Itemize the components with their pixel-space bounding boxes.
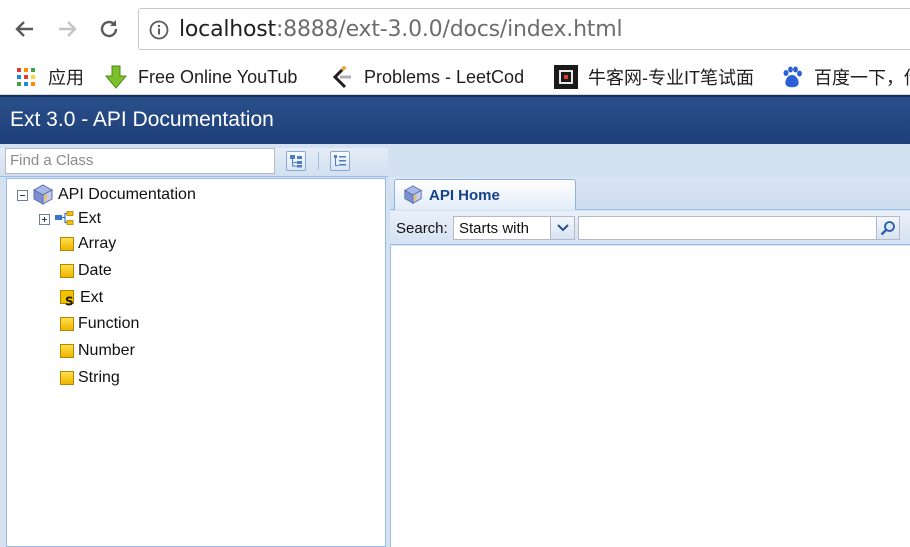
bookmark-label: Problems - LeetCod	[364, 66, 525, 87]
tree-node-label: Date	[78, 262, 112, 279]
tree-toolbar: Find a Class	[0, 148, 388, 177]
tab-label: API Home	[429, 186, 500, 204]
download-arrow-icon	[104, 65, 128, 89]
api-docs-icon: ?	[403, 185, 423, 204]
search-label: Search:	[396, 220, 448, 237]
bookmark-apps[interactable]: 应用	[14, 62, 84, 92]
app-title: Ext 3.0 - API Documentation	[10, 108, 274, 131]
tree-node-package-ext[interactable]: Ext	[39, 208, 101, 230]
expand-tree-icon	[290, 155, 302, 168]
search-button[interactable]	[876, 216, 900, 240]
content-body	[390, 246, 910, 547]
toolbar-separator	[318, 152, 319, 170]
tree-node-root[interactable]: ? API Documentation	[17, 184, 196, 206]
search-icon	[880, 221, 895, 236]
forward-arrow-icon	[59, 21, 77, 37]
tab-strip: ? API Home	[390, 177, 910, 210]
package-icon	[55, 211, 74, 225]
tree-node-class-string[interactable]: String	[60, 367, 120, 389]
bookmarks-bar: 应用 Free Online YouTub Problems - LeetCod	[0, 58, 910, 95]
nowcoder-icon	[554, 65, 578, 89]
tree-node-class-date[interactable]: Date	[60, 260, 112, 282]
url-path: :8888/ext-3.0.0/docs/index.html	[275, 17, 623, 42]
class-tree: ? API Documentation Ext Array Date S Ext…	[6, 178, 386, 547]
app-header: Ext 3.0 - API Documentation	[0, 95, 910, 144]
bookmark-label: Free Online YouTub	[138, 66, 298, 87]
leetcode-icon	[330, 65, 354, 89]
tree-node-class-ext[interactable]: S Ext	[60, 287, 103, 309]
find-class-input[interactable]: Find a Class	[5, 148, 275, 174]
tree-node-label: String	[78, 369, 120, 386]
search-mode-select[interactable]: Starts with	[453, 216, 575, 240]
tree-node-class-number[interactable]: Number	[60, 340, 135, 362]
chevron-down-icon	[556, 224, 569, 232]
class-icon	[60, 264, 74, 278]
class-icon	[60, 237, 74, 251]
bookmark-label: 牛客网-专业IT笔试面	[588, 68, 754, 88]
reload-icon	[100, 20, 118, 38]
expand-all-button[interactable]	[286, 151, 306, 171]
search-mode-value: Starts with	[459, 220, 530, 237]
back-arrow-icon	[15, 21, 33, 37]
tree-node-class-array[interactable]: Array	[60, 233, 116, 255]
svg-text:S: S	[65, 295, 74, 307]
bookmark-label: 应用	[48, 68, 84, 88]
collapse-toggle[interactable]	[17, 189, 28, 201]
apps-grid-icon	[14, 65, 38, 89]
bookmark-nowcoder[interactable]: 牛客网-专业IT笔试面	[554, 62, 754, 92]
tree-node-label: Ext	[78, 210, 102, 227]
collapse-tree-icon	[334, 155, 346, 166]
tree-node-label: Function	[78, 315, 140, 332]
forward-button[interactable]	[52, 12, 82, 46]
back-button[interactable]	[10, 12, 40, 46]
tree-node-class-function[interactable]: Function	[60, 313, 139, 335]
tree-node-label: API Documentation	[58, 186, 196, 203]
class-icon	[60, 371, 74, 385]
bookmark-baidu[interactable]: 百度一下，你	[780, 62, 910, 92]
tree-node-label: Array	[78, 235, 117, 252]
content-panel: ? API Home Search: Starts with	[388, 148, 910, 547]
reload-button[interactable]	[94, 12, 124, 46]
svg-text:?: ?	[413, 193, 417, 202]
svg-text:?: ?	[43, 194, 48, 203]
expand-toggle[interactable]	[39, 213, 50, 225]
bookmark-youtube-downloader[interactable]: Free Online YouTub	[104, 62, 297, 92]
tree-node-label: Number	[78, 342, 135, 359]
info-icon[interactable]	[149, 20, 169, 45]
class-tree-panel: Find a Class ? API Documentation Ext Arr…	[0, 148, 388, 547]
tab-api-home[interactable]: ? API Home	[394, 179, 576, 210]
search-input[interactable]	[578, 216, 878, 240]
singleton-class-icon: S	[60, 290, 74, 307]
class-icon	[60, 317, 74, 331]
class-icon	[60, 344, 74, 358]
api-docs-icon: ?	[32, 184, 54, 205]
baidu-paw-icon	[780, 65, 804, 89]
url-host: localhost	[179, 17, 276, 42]
search-toolbar: Search: Starts with	[390, 211, 910, 245]
tree-node-label: Ext	[80, 289, 104, 306]
bookmark-leetcode[interactable]: Problems - LeetCod	[330, 62, 524, 92]
bookmark-label: 百度一下，你	[814, 68, 910, 88]
url-text: localhost:8888/ext-3.0.0/docs/index.html	[179, 17, 623, 42]
dropdown-trigger[interactable]	[550, 217, 574, 239]
browser-toolbar: localhost:8888/ext-3.0.0/docs/index.html	[0, 0, 910, 58]
collapse-all-button[interactable]	[330, 151, 350, 171]
address-bar[interactable]: localhost:8888/ext-3.0.0/docs/index.html	[138, 8, 910, 50]
